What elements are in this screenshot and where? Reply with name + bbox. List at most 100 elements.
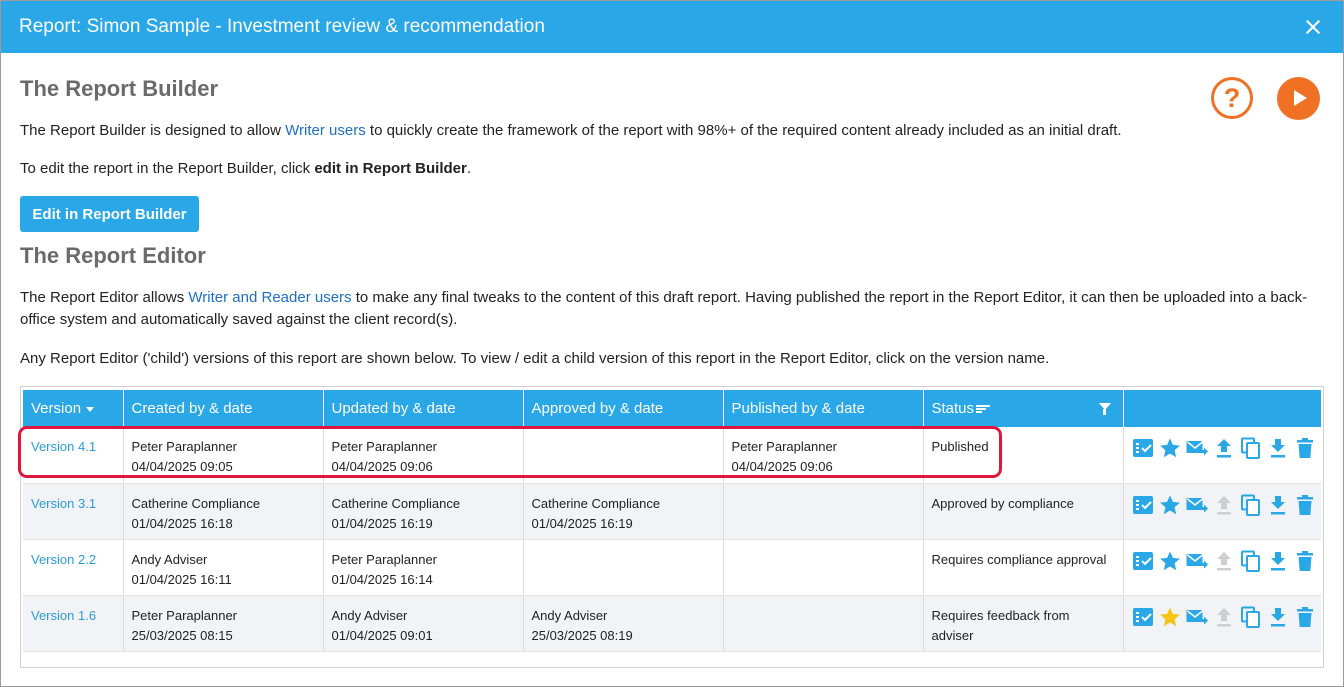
copy-icon[interactable]: [1240, 437, 1262, 459]
version-cell: Version 1.6: [23, 595, 124, 652]
writer-users-link[interactable]: Writer users: [285, 122, 366, 139]
help-icon[interactable]: ?: [1211, 77, 1253, 119]
actions-cell: [1123, 595, 1321, 652]
title-bar: Report: Simon Sample - Investment review…: [1, 1, 1343, 53]
checklist-icon[interactable]: [1132, 606, 1154, 628]
version-link[interactable]: Version 3.1: [31, 496, 96, 511]
editor-intro-text: The Report Editor allows: [20, 289, 189, 306]
play-video-icon[interactable]: [1277, 77, 1320, 120]
version-cell: Version 2.2: [23, 539, 124, 596]
published-cell: Peter Paraplanner 04/04/2025 09:06: [723, 427, 924, 484]
copy-icon[interactable]: [1240, 606, 1262, 628]
table-row[interactable]: Version 2.2 Andy Adviser 01/04/2025 16:11 P…: [23, 539, 1321, 596]
edit-instructions-end: .: [466, 160, 472, 177]
star-icon[interactable]: [1159, 437, 1181, 459]
status-cell: Requires compliance approval: [923, 539, 1124, 596]
download-icon[interactable]: [1267, 437, 1289, 459]
actions-cell: [1123, 539, 1321, 596]
table-row[interactable]: Version 4.1 Peter Paraplanner 04/04/2025 0…: [23, 427, 1321, 484]
upload-icon[interactable]: [1213, 550, 1235, 572]
version-link[interactable]: Version 4.1: [31, 439, 96, 454]
row-actions: [1132, 550, 1314, 572]
send-email-icon[interactable]: [1186, 606, 1208, 628]
header-approved[interactable]: Approved by & date: [523, 390, 724, 427]
delete-icon[interactable]: [1294, 437, 1316, 459]
builder-heading: The Report Builder: [20, 76, 219, 101]
upload-icon[interactable]: [1213, 437, 1235, 459]
approved-name: Catherine Compliance: [531, 495, 661, 511]
download-icon[interactable]: [1267, 550, 1289, 572]
status-text: Requires compliance approval: [931, 551, 1107, 567]
updated-cell: Catherine Compliance 01/04/2025 16:19: [323, 483, 524, 540]
created-name: Andy Adviser: [131, 551, 208, 567]
header-status[interactable]: Status: [923, 390, 1124, 427]
star-icon[interactable]: [1159, 606, 1181, 628]
published-cell: [723, 539, 924, 596]
download-icon[interactable]: [1267, 606, 1289, 628]
created-cell: Catherine Compliance 01/04/2025 16:18: [123, 483, 324, 540]
header-version[interactable]: Version: [23, 390, 124, 427]
send-email-icon[interactable]: [1186, 550, 1208, 572]
upload-icon[interactable]: [1213, 606, 1235, 628]
created-cell: Peter Paraplanner 04/04/2025 09:05: [123, 427, 324, 484]
edit-instructions-bold: edit in Report Builder: [314, 160, 467, 177]
version-cell: Version 3.1: [23, 483, 124, 540]
versions-table: Version Created by & date Updated by & d…: [23, 390, 1321, 652]
star-icon[interactable]: [1159, 550, 1181, 572]
status-text: Published: [931, 439, 989, 454]
child-versions-note: Any Report Editor ('child') versions of …: [20, 350, 1050, 367]
table-row[interactable]: Version 1.6 Peter Paraplanner 25/03/2025 0…: [23, 595, 1321, 652]
header-actions: [1123, 390, 1321, 427]
download-icon[interactable]: [1267, 494, 1289, 516]
checklist-icon[interactable]: [1132, 437, 1154, 459]
status-cell: Published: [923, 427, 1124, 484]
header-version-label: Version: [31, 400, 82, 417]
updated-name: Catherine Compliance: [331, 495, 461, 511]
status-cell: Approved by compliance: [923, 483, 1124, 540]
sort-lines-icon: [976, 405, 991, 413]
header-published[interactable]: Published by & date: [723, 390, 924, 427]
row-actions: [1132, 494, 1314, 516]
actions-cell: [1123, 483, 1321, 540]
close-icon[interactable]: [1303, 17, 1323, 37]
edit-in-report-builder-button[interactable]: Edit in Report Builder: [20, 196, 199, 232]
header-created[interactable]: Created by & date: [123, 390, 324, 427]
updated-date: 01/04/2025 09:01: [331, 627, 433, 643]
send-email-icon[interactable]: [1186, 494, 1208, 516]
delete-icon[interactable]: [1294, 606, 1316, 628]
created-name: Peter Paraplanner: [131, 607, 238, 623]
version-link[interactable]: Version 2.2: [31, 552, 96, 567]
filter-icon[interactable]: [1098, 403, 1111, 415]
upload-icon[interactable]: [1213, 494, 1235, 516]
updated-date: 04/04/2025 09:06: [331, 459, 433, 474]
updated-date: 01/04/2025 16:19: [331, 515, 433, 531]
published-cell: [723, 595, 924, 652]
approved-date: 25/03/2025 08:19: [531, 627, 633, 643]
created-name: Catherine Compliance: [131, 495, 261, 511]
copy-icon[interactable]: [1240, 550, 1262, 572]
version-link[interactable]: Version 1.6: [31, 608, 96, 623]
approved-name: Andy Adviser: [531, 607, 608, 623]
send-email-icon[interactable]: [1186, 437, 1208, 459]
edit-instructions-text: To edit the report in the Report Builder…: [20, 160, 315, 177]
star-icon[interactable]: [1159, 494, 1181, 516]
builder-intro-text: The Report Builder is designed to allow: [20, 122, 286, 139]
version-cell: Version 4.1: [23, 427, 124, 484]
approved-cell: [523, 539, 724, 596]
status-text: Approved by compliance: [931, 495, 1074, 511]
updated-name: Peter Paraplanner: [331, 439, 438, 454]
builder-intro-text-end: to quickly create the framework of the r…: [365, 122, 1122, 139]
delete-icon[interactable]: [1294, 550, 1316, 572]
copy-icon[interactable]: [1240, 494, 1262, 516]
checklist-icon[interactable]: [1132, 550, 1154, 572]
table-row[interactable]: Version 3.1 Catherine Compliance 01/04/202…: [23, 483, 1321, 540]
sort-desc-icon: [86, 406, 95, 412]
builder-edit-instructions: To edit the report in the Report Builder…: [20, 158, 1320, 180]
approved-cell: [523, 427, 724, 484]
created-date: 01/04/2025 16:11: [131, 571, 232, 587]
delete-icon[interactable]: [1294, 494, 1316, 516]
header-updated[interactable]: Updated by & date: [323, 390, 524, 427]
row-actions: [1132, 606, 1314, 628]
writer-reader-users-link[interactable]: Writer and Reader users: [188, 289, 351, 306]
checklist-icon[interactable]: [1132, 494, 1154, 516]
